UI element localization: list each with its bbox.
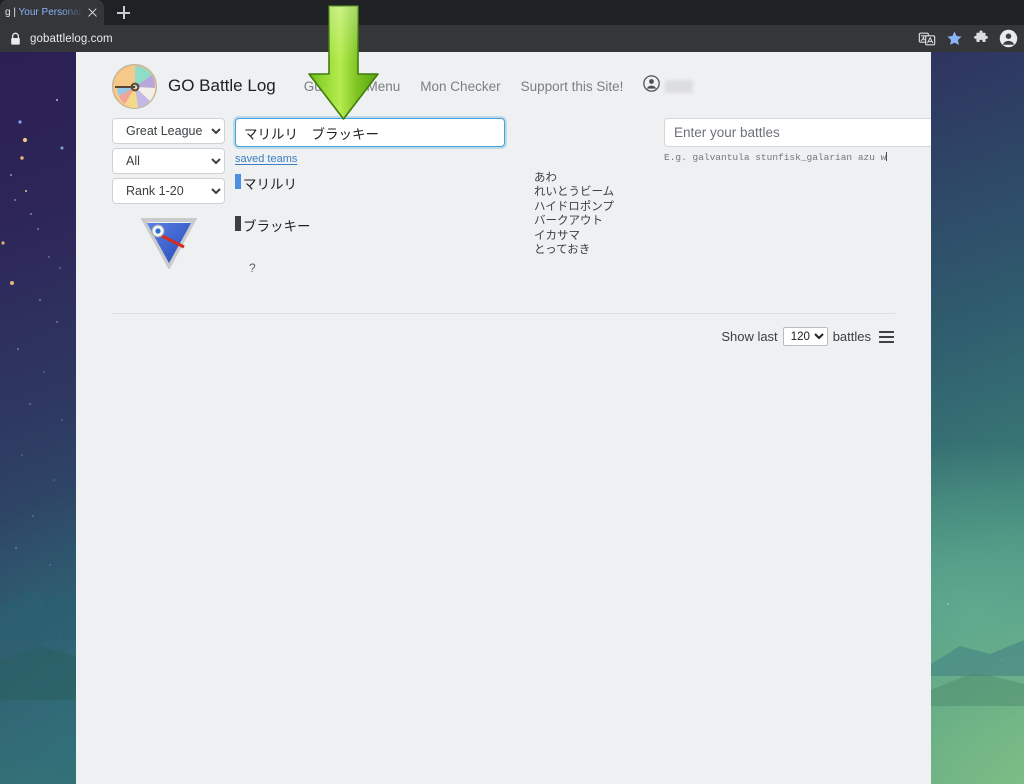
rank-badge-icon: [140, 217, 198, 271]
battles-hint: E.g. galvantula stunfisk_galarian azu w: [664, 152, 931, 163]
team-member-unknown-slot[interactable]: ?: [249, 261, 505, 275]
browser-chrome: g | Your Personal Bat gobattlelog.com: [0, 0, 1024, 52]
moves-column: あわ れいとうビーム ハイドロポンプ バークアウト イカサマ とっておき: [534, 171, 654, 257]
move-item: バークアウト: [534, 215, 603, 228]
account-circle-icon[interactable]: [643, 75, 661, 97]
lock-icon: [9, 32, 22, 46]
team-member-name: マリルリ: [243, 177, 297, 192]
type-bar-icon: [235, 174, 241, 189]
desktop-wallpaper: g | Your Personal Bat gobattlelog.com: [0, 0, 1024, 784]
team-member-name: ブラッキー: [243, 219, 311, 234]
team-search-input[interactable]: [235, 118, 505, 147]
battles-label: battles: [832, 329, 871, 344]
battles-hint-text: E.g. galvantula stunfisk_galarian azu w: [664, 152, 887, 163]
list-item[interactable]: ブラッキー: [235, 215, 505, 257]
nav-item-menu[interactable]: Menu: [367, 79, 401, 94]
move-item: イカサマ: [534, 229, 580, 242]
nav-item-guides[interactable]: Guides: [304, 79, 347, 94]
account-area[interactable]: [643, 75, 694, 97]
profile-avatar-icon[interactable]: [998, 29, 1018, 49]
controls-row: Great League All Rank 1-20 マリルリ ブラッキー sa…: [112, 118, 931, 275]
site-nav: Guides Menu Mon Checker Support this Sit…: [304, 79, 624, 94]
page-viewport: GO Battle Log Guides Menu Mon Checker Su…: [76, 52, 931, 784]
move-item: れいとうビーム: [534, 186, 615, 199]
battles-input-wrapper: [664, 118, 931, 147]
battle-count-select[interactable]: 120: [782, 327, 828, 346]
show-last-battles-bar: Show last 120 battles: [112, 327, 895, 346]
section-divider: [112, 313, 895, 314]
translate-icon[interactable]: [917, 29, 937, 49]
move-item: ハイドロポンプ: [534, 200, 614, 213]
site-header: GO Battle Log Guides Menu Mon Checker Su…: [112, 52, 895, 109]
battles-input[interactable]: [664, 118, 931, 147]
type-bar-icon: [235, 216, 241, 231]
team-member-list: マリルリ ブラッキー ?: [235, 173, 505, 275]
pie-wheel-logo-icon[interactable]: [112, 63, 157, 109]
filters-column: Great League All Rank 1-20: [112, 118, 225, 271]
browser-tabstrip: g | Your Personal Bat: [0, 0, 1024, 25]
browser-omnibox[interactable]: gobattlelog.com: [0, 25, 1024, 52]
tab-title: g | Your Personal Bat: [5, 7, 85, 18]
list-item[interactable]: マリルリ: [235, 173, 505, 215]
hamburger-menu-icon[interactable]: [879, 330, 894, 343]
saved-teams-link[interactable]: saved teams: [235, 153, 297, 165]
brand-title: GO Battle Log: [168, 76, 276, 95]
rank-select[interactable]: Rank 1-20: [112, 178, 225, 204]
battles-column: E.g. galvantula stunfisk_galarian azu w: [664, 118, 931, 163]
nav-item-support[interactable]: Support this Site!: [521, 79, 624, 94]
move-item: あわ: [534, 172, 557, 184]
bookmark-star-icon[interactable]: [944, 29, 964, 49]
category-select[interactable]: All: [112, 148, 225, 174]
hint-caret: [886, 152, 888, 161]
browser-tab[interactable]: g | Your Personal Bat: [0, 0, 104, 25]
tab-close-icon[interactable]: [85, 5, 100, 20]
account-name-redacted: [665, 79, 694, 93]
show-last-label: Show last: [721, 329, 778, 344]
page-content: GO Battle Log Guides Menu Mon Checker Su…: [76, 52, 931, 346]
extensions-puzzle-icon[interactable]: [971, 29, 991, 49]
team-column: saved teams マリルリ ブラッキー ?: [235, 118, 505, 275]
nav-item-mon-checker[interactable]: Mon Checker: [420, 79, 500, 94]
move-item: とっておき: [534, 244, 591, 257]
new-tab-button[interactable]: [109, 0, 137, 25]
url-text: gobattlelog.com: [30, 32, 113, 45]
league-select[interactable]: Great League: [112, 118, 225, 144]
